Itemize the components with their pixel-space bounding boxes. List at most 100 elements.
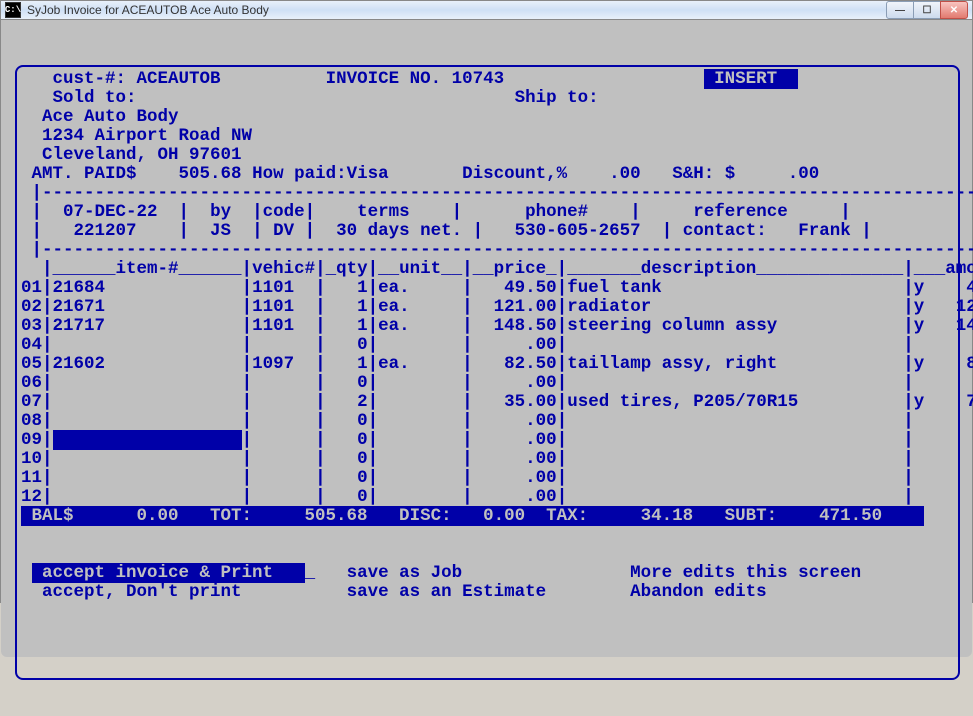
menu-abandon[interactable]: Abandon edits	[630, 582, 767, 602]
ship-to-label: Ship to:	[515, 88, 599, 108]
vehic-cell	[252, 392, 315, 412]
vehic-cell: 1097	[252, 354, 315, 374]
vehic-cell	[252, 430, 315, 450]
row-num: 10	[21, 449, 42, 469]
flag-cell	[914, 335, 925, 355]
vehic-cell	[252, 335, 315, 355]
item-cell	[53, 373, 242, 393]
menu-save-job[interactable]: save as Job	[347, 563, 631, 583]
sold-to-address-1: 1234 Airport Road NW	[42, 126, 252, 146]
insert-mode-indicator: INSERT	[704, 69, 799, 89]
flag-cell	[914, 411, 925, 431]
flag-cell: y	[914, 278, 925, 298]
qty-cell: 1	[326, 316, 368, 336]
by-label: by	[210, 202, 242, 222]
vehic-cell: 1101	[252, 278, 315, 298]
maximize-button[interactable]: ☐	[913, 1, 941, 19]
how-paid-value: Visa	[347, 164, 463, 184]
flag-cell	[914, 373, 925, 393]
price-cell: .00	[473, 335, 557, 355]
amount-cell: .00	[924, 430, 973, 450]
sold-to-label: Sold to:	[53, 88, 515, 108]
terms-label: terms	[357, 202, 410, 222]
col-amount: ___amount_	[914, 259, 973, 279]
flag-cell	[914, 487, 925, 507]
unit-cell	[378, 411, 462, 431]
contact-value: Frank	[798, 221, 851, 241]
menu-accept-print[interactable]: accept invoice & Print	[32, 563, 305, 583]
menu-cursor-mark: _	[305, 563, 316, 583]
unit-cell: ea.	[378, 278, 462, 298]
flag-cell	[914, 468, 925, 488]
minimize-button[interactable]: —	[886, 1, 914, 19]
item-cell	[53, 392, 242, 412]
sold-to-name: Ace Auto Body	[42, 107, 179, 127]
price-cell: .00	[473, 430, 557, 450]
cust-id: ACEAUTOB	[137, 69, 326, 89]
menu-accept-noprint[interactable]: accept, Don't print	[32, 582, 347, 602]
row-num: 02	[21, 297, 42, 317]
col-description: _______description______________	[567, 259, 903, 279]
qty-cell: 1	[326, 297, 368, 317]
contact-label: contact:	[683, 221, 767, 241]
titlebar: C:\ SyJob Invoice for ACEAUTOB Ace Auto …	[1, 1, 972, 20]
vehic-cell	[252, 468, 315, 488]
cust-label: cust-#:	[53, 69, 127, 89]
row-num: 06	[21, 373, 42, 393]
unit-cell	[378, 449, 462, 469]
row-num: 07	[21, 392, 42, 412]
item-cell: 21684	[53, 278, 242, 298]
invoice-no: 10743	[452, 69, 704, 89]
unit-cell	[378, 430, 462, 450]
invoice-label: INVOICE NO.	[326, 69, 442, 89]
col-vehic: vehic#	[252, 259, 315, 279]
col-price: __price_	[473, 259, 557, 279]
terminal-screen: cust-#: ACEAUTOB INVOICE NO. 10743 INSER…	[1, 20, 972, 657]
vehic-cell: 1101	[252, 297, 315, 317]
unit-cell	[378, 335, 462, 355]
item-cell	[53, 411, 242, 431]
price-cell: 49.50	[473, 278, 557, 298]
row-num: 09	[21, 430, 42, 450]
price-cell: .00	[473, 411, 557, 431]
vehic-cell	[252, 411, 315, 431]
price-cell: .00	[473, 487, 557, 507]
close-button[interactable]: ✕	[940, 1, 968, 19]
price-cell: .00	[473, 449, 557, 469]
price-cell: 148.50	[473, 316, 557, 336]
amount-cell: 82.50	[924, 354, 973, 374]
qty-cell: 2	[326, 392, 368, 412]
row-num: 11	[21, 468, 42, 488]
menu-more-edits[interactable]: More edits this screen	[630, 563, 861, 583]
amount-cell: 49.50	[924, 278, 973, 298]
terms-value: 30 days net.	[336, 221, 473, 241]
menu-save-estimate[interactable]: save as an Estimate	[347, 582, 631, 602]
desc-cell	[567, 430, 903, 450]
qty-cell: 0	[326, 411, 368, 431]
code-value: DV	[273, 221, 294, 241]
unit-cell	[378, 392, 462, 412]
amount-cell: .00	[924, 449, 973, 469]
qty-cell: 1	[326, 354, 368, 374]
qty-cell: 0	[326, 487, 368, 507]
desc-cell: radiator	[567, 297, 903, 317]
desc-cell	[567, 373, 903, 393]
col-item: ______item-#______	[53, 259, 242, 279]
row-num: 03	[21, 316, 42, 336]
qty-cell: 0	[326, 430, 368, 450]
reference-label: reference	[693, 202, 788, 222]
amount-cell: 148.50	[924, 316, 973, 336]
col-unit: __unit__	[378, 259, 462, 279]
unit-cell: ea.	[378, 354, 462, 374]
amount-cell: 70.00	[924, 392, 973, 412]
flag-cell	[914, 430, 925, 450]
discount-label: Discount,%	[462, 164, 567, 184]
amt-paid-value: 505.68	[137, 164, 242, 184]
amount-cell: .00	[924, 487, 973, 507]
vehic-cell: 1101	[252, 316, 315, 336]
desc-cell	[567, 411, 903, 431]
vehic-cell	[252, 449, 315, 469]
item-input-cursor[interactable]	[53, 430, 242, 450]
sh-label: S&H: $	[672, 164, 735, 184]
row-num: 08	[21, 411, 42, 431]
